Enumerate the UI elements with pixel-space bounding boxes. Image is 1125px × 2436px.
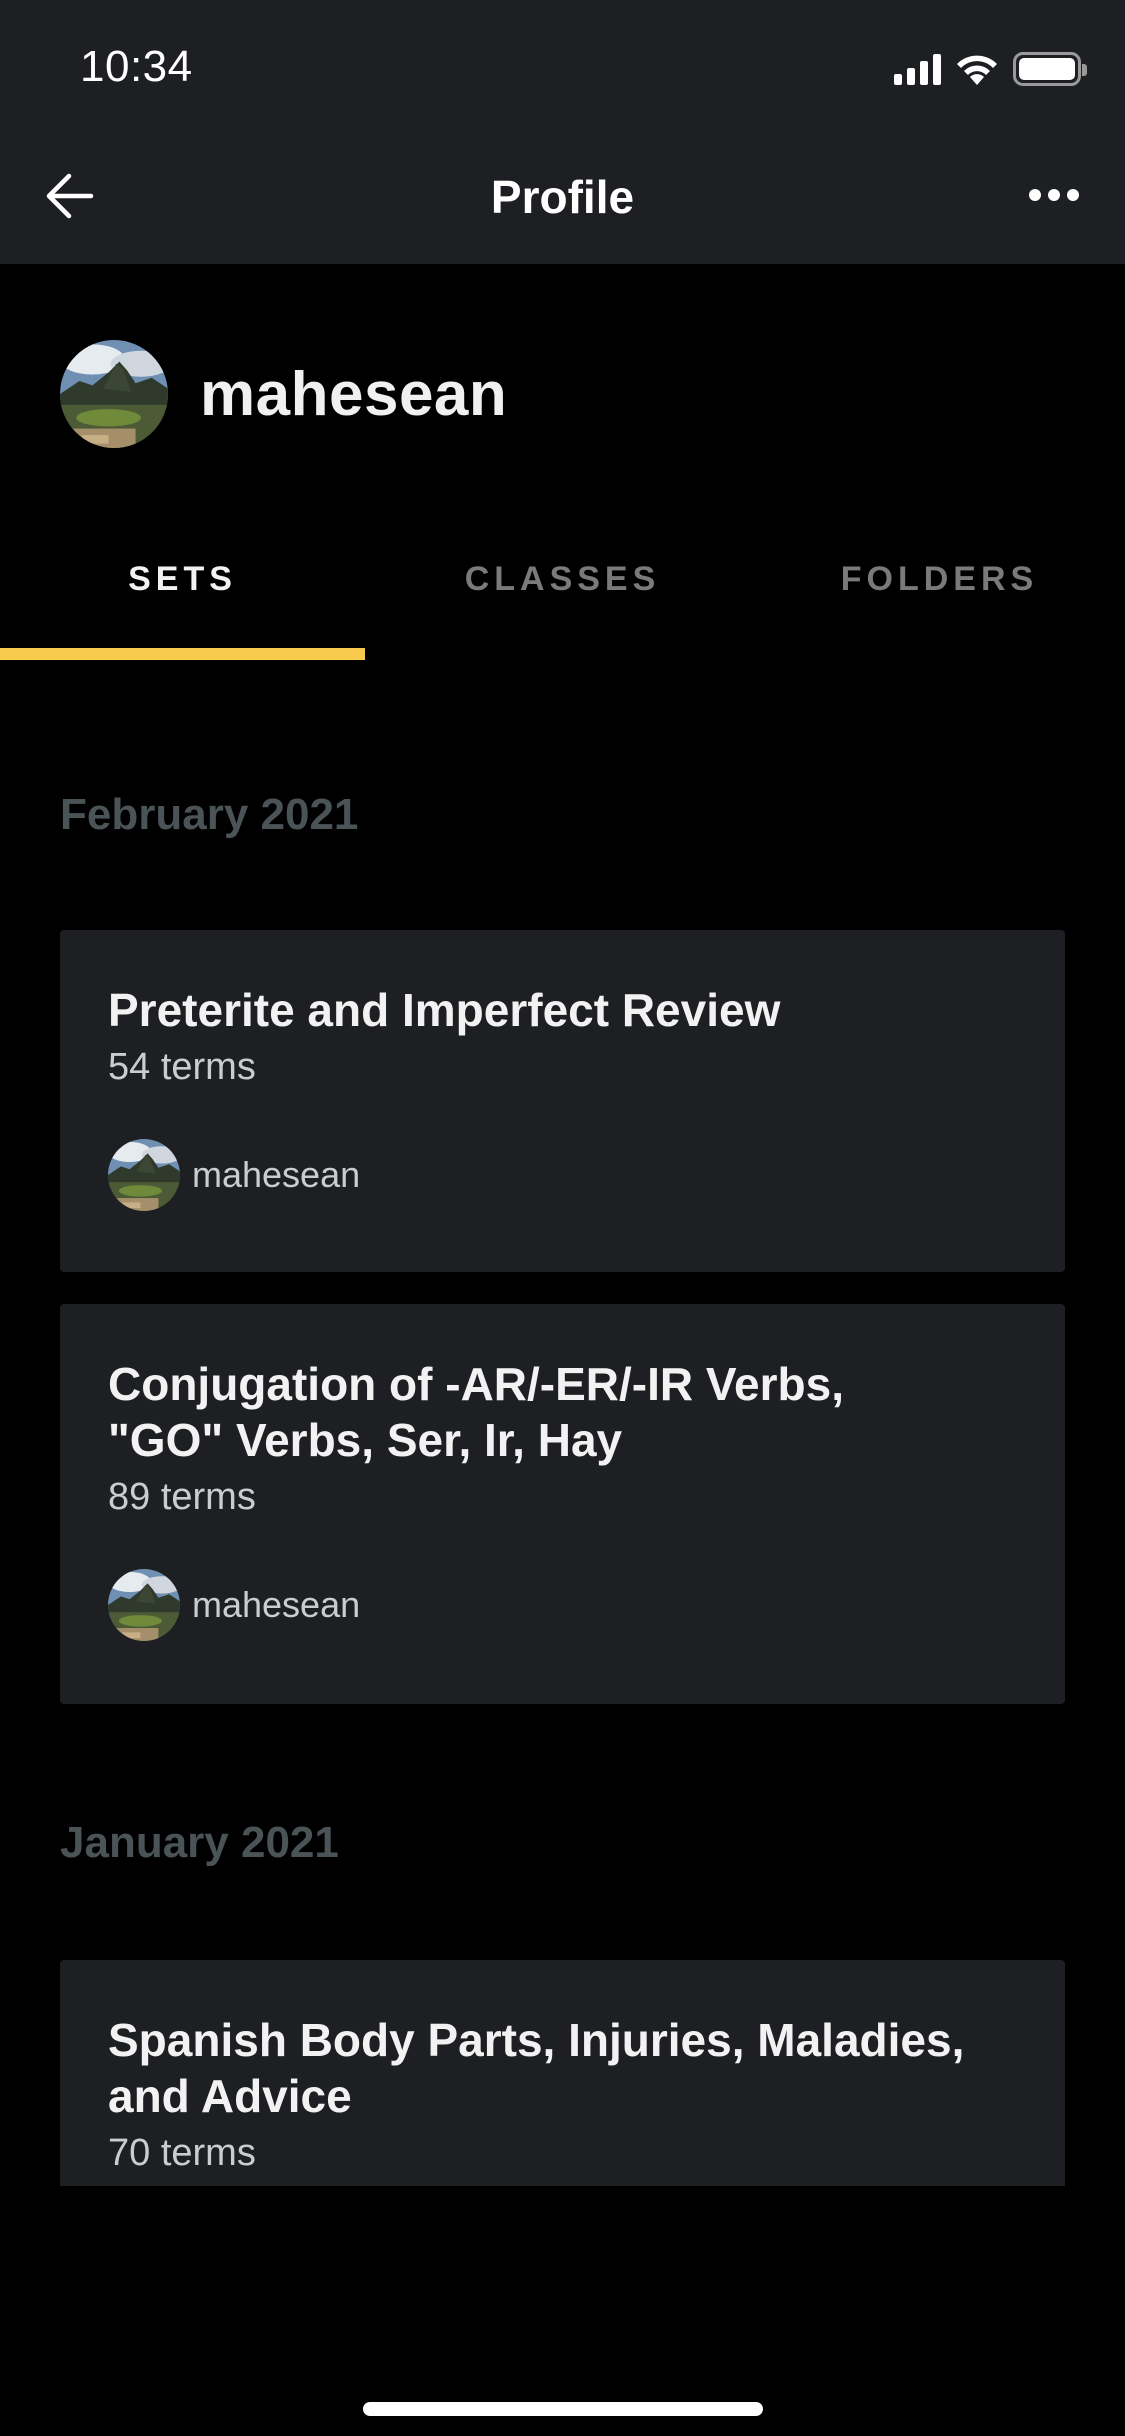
tab-classes[interactable]: CLASSES <box>380 540 745 660</box>
author-avatar <box>108 1569 180 1641</box>
more-horizontal-icon <box>1029 189 1041 201</box>
profile-username: mahesean <box>200 359 508 429</box>
set-author: mahesean <box>108 1139 1017 1211</box>
page-title: Profile <box>490 171 635 223</box>
wifi-icon <box>957 55 997 85</box>
profile-tabs: SETS CLASSES FOLDERS <box>0 540 1125 660</box>
set-title: Preterite and Imperfect Review <box>108 984 781 1036</box>
set-term-count: 89 terms <box>108 1476 256 1518</box>
cellular-signal-icon <box>894 53 941 85</box>
study-set-card[interactable]: Spanish Body Parts, Injuries, Maladies, … <box>60 1960 1065 2186</box>
set-title: Spanish Body Parts, Injuries, Maladies, … <box>108 2014 965 2122</box>
author-name: mahesean <box>192 1154 361 1195</box>
set-term-count: 70 terms <box>108 2132 256 2174</box>
more-dot <box>1048 189 1060 201</box>
more-options-button[interactable] <box>1019 170 1089 220</box>
tab-folders[interactable]: FOLDERS <box>757 540 1122 660</box>
status-time: 10:34 <box>80 42 193 91</box>
author-avatar <box>108 1139 180 1211</box>
section-label-january-2021: January 2021 <box>60 1818 339 1867</box>
status-icons <box>894 52 1087 86</box>
avatar[interactable] <box>60 340 168 448</box>
study-set-card[interactable]: Conjugation of -AR/-ER/-IR Verbs, "GO" V… <box>60 1304 1065 1704</box>
author-name: mahesean <box>192 1584 361 1625</box>
section-label-february-2021: February 2021 <box>60 790 359 839</box>
home-indicator[interactable] <box>363 2402 763 2416</box>
top-bar: 10:34 Profile <box>0 0 1125 264</box>
set-author: mahesean <box>108 1569 1017 1641</box>
active-tab-indicator <box>0 648 365 660</box>
set-title: Conjugation of -AR/-ER/-IR Verbs, "GO" V… <box>108 1358 844 1466</box>
battery-icon <box>1013 52 1087 86</box>
study-set-card[interactable]: Preterite and Imperfect Review 54 terms … <box>60 930 1065 1272</box>
more-dot <box>1067 189 1079 201</box>
tab-sets[interactable]: SETS <box>0 540 365 660</box>
set-term-count: 54 terms <box>108 1046 256 1088</box>
profile-header: mahesean <box>60 340 507 448</box>
